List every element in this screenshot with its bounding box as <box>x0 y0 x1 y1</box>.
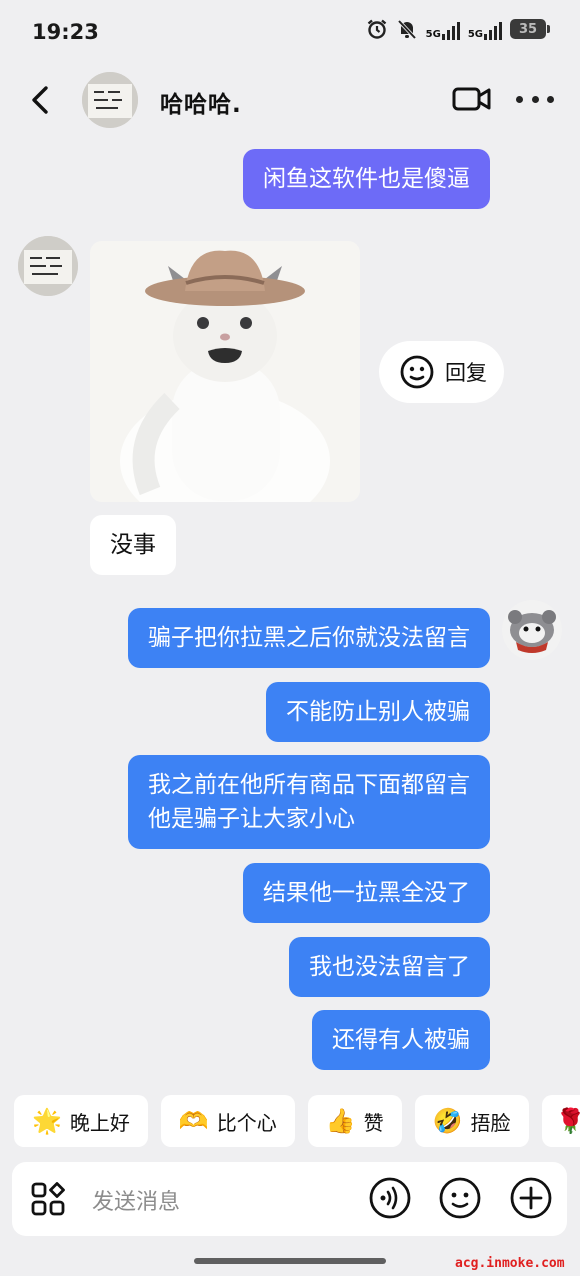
battery-level: 35 <box>518 21 538 37</box>
home-indicator[interactable] <box>194 1258 386 1264</box>
message-line: 他是骗子让大家小心 <box>148 806 355 832</box>
mute-bell-icon <box>397 19 416 40</box>
reply-button[interactable]: 回复 <box>379 341 504 403</box>
status-bar: 19:23 5G 5G 35 <box>0 0 580 64</box>
watermark: acg.inmoke.com <box>455 1256 565 1271</box>
message-bubble-received[interactable]: 没事 <box>90 515 176 575</box>
message-input-bar: 发送消息 <box>12 1162 567 1236</box>
cat-photo-message[interactable] <box>90 241 360 502</box>
message-bubble-sent[interactable]: 我也没法留言了 <box>289 937 490 997</box>
voice-input-icon[interactable] <box>368 1176 412 1220</box>
network-type-1: 5G <box>425 29 441 40</box>
add-plus-icon[interactable] <box>509 1176 553 1220</box>
rose-icon: 🌹 <box>555 1107 580 1135</box>
heart-hands-icon: 🫶 <box>178 1107 209 1135</box>
message-line: 我之前在他所有商品下面都留言 <box>148 772 470 798</box>
message-bubble-sent-multiline[interactable]: 我之前在他所有商品下面都留言 他是骗子让大家小心 <box>128 755 490 849</box>
quick-reply-rose[interactable]: 🌹 <box>541 1095 580 1147</box>
status-time: 19:23 <box>32 20 99 44</box>
chat-header: 哈哈哈. <box>0 64 580 136</box>
message-bubble-sent[interactable]: 还得有人被骗 <box>312 1010 490 1070</box>
smiley-icon <box>400 355 434 389</box>
contact-name: 哈哈哈. <box>160 92 242 118</box>
signal-icon-2: 5G <box>468 18 502 40</box>
thumbs-up-icon: 👍 <box>325 1107 356 1135</box>
laughing-icon: 🤣 <box>432 1107 463 1135</box>
more-options-icon[interactable] <box>516 86 554 112</box>
apps-grid-icon[interactable] <box>30 1181 66 1217</box>
message-bubble-sent[interactable]: 不能防止别人被骗 <box>266 682 490 742</box>
network-type-2: 5G <box>467 29 483 40</box>
my-avatar[interactable] <box>502 600 562 660</box>
battery-indicator: 35 <box>510 19 550 39</box>
message-input[interactable]: 发送消息 <box>92 1184 180 1216</box>
message-bubble-sent[interactable]: 骗子把你拉黑之后你就没法留言 <box>128 608 490 668</box>
alarm-icon <box>367 19 386 39</box>
quick-reply-label: 比个心 <box>216 1110 277 1135</box>
back-arrow-icon[interactable] <box>22 78 62 122</box>
signal-icon-1: 5G <box>426 18 460 40</box>
quick-reply-label: 赞 <box>363 1110 384 1135</box>
message-bubble-sent[interactable]: 闲鱼这软件也是傻逼 <box>243 149 490 209</box>
reply-label: 回复 <box>445 361 487 385</box>
emoji-icon[interactable] <box>438 1176 482 1220</box>
status-icons: 5G 5G 35 <box>366 18 550 40</box>
quick-reply-good-evening[interactable]: 🌟 晚上好 <box>14 1095 148 1147</box>
contact-avatar[interactable] <box>82 72 138 128</box>
message-bubble-sent[interactable]: 结果他一拉黑全没了 <box>243 863 490 923</box>
quick-reply-heart[interactable]: 🫶 比个心 <box>160 1095 295 1147</box>
quick-reply-facepalm[interactable]: 🤣 捂脸 <box>414 1095 529 1147</box>
star-icon: 🌟 <box>32 1107 62 1135</box>
contact-avatar-small[interactable] <box>18 236 78 296</box>
quick-reply-label: 捂脸 <box>470 1110 511 1135</box>
video-call-icon[interactable] <box>452 84 492 114</box>
quick-reply-label: 晚上好 <box>69 1110 130 1135</box>
quick-reply-bar: 🌟 晚上好 🫶 比个心 👍 赞 🤣 捂脸 🌹 <box>14 1095 580 1147</box>
quick-reply-like[interactable]: 👍 赞 <box>307 1095 402 1147</box>
